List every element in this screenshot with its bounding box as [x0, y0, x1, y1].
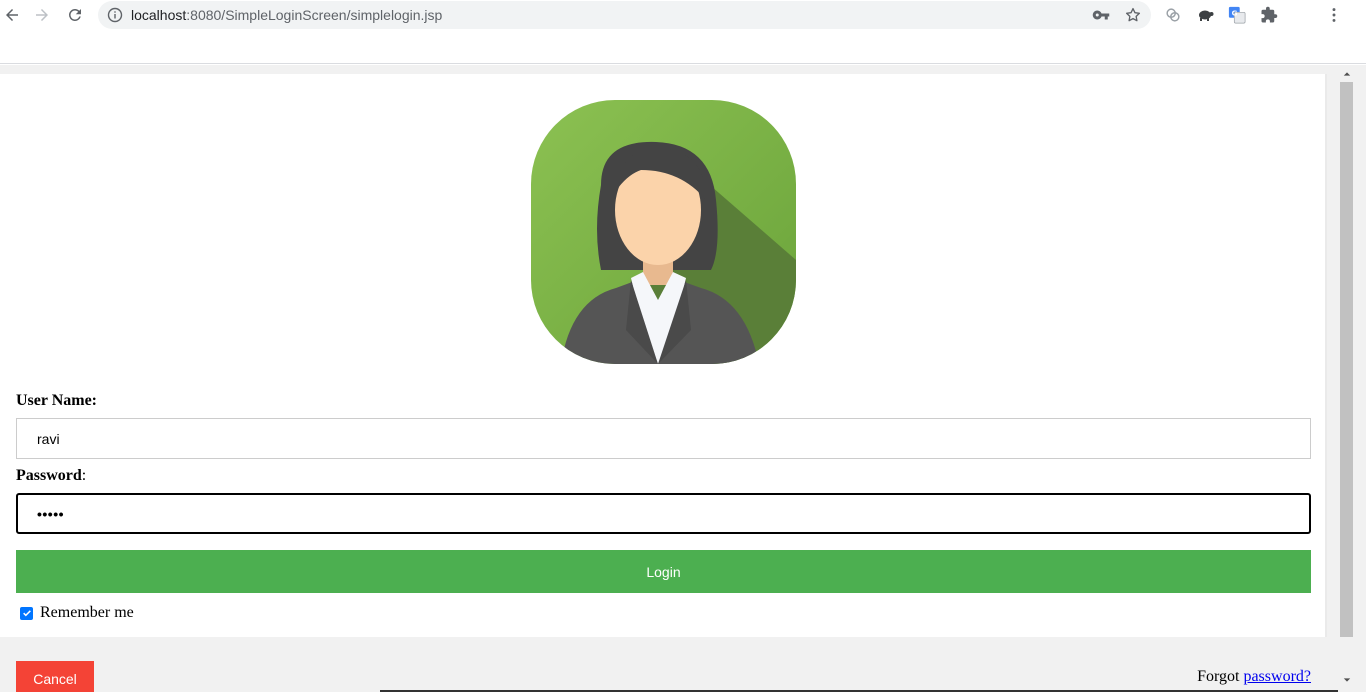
page-top-strip — [0, 65, 1338, 74]
url-text: localhost:8080/SimpleLoginScreen/simplel… — [131, 7, 442, 23]
scrollbar[interactable] — [1338, 65, 1355, 692]
url-path: :8080/SimpleLoginScreen/simplelogin.jsp — [186, 7, 443, 23]
translate-icon[interactable]: G — [1227, 5, 1247, 25]
forgot-password: Forgot password? — [1197, 668, 1311, 686]
forgot-prefix: Forgot — [1197, 668, 1244, 685]
forward-arrow-icon[interactable] — [30, 3, 54, 27]
back-arrow-icon[interactable] — [0, 3, 24, 27]
extension-icon[interactable] — [1163, 5, 1183, 25]
checkmark-icon — [22, 610, 31, 617]
bookmarks-bar — [0, 30, 1366, 64]
url-host: localhost — [131, 7, 187, 23]
password-label-colon: : — [81, 467, 87, 484]
password-label: Password: — [16, 467, 86, 485]
username-input[interactable]: ravi — [16, 418, 1311, 459]
username-value: ravi — [37, 430, 60, 447]
scroll-up-icon[interactable] — [1338, 65, 1355, 82]
turtle-icon[interactable] — [1195, 5, 1215, 25]
password-label-text: Password — [16, 467, 82, 484]
page-viewport: User Name: ravi Password: ••••• Login Re… — [0, 65, 1366, 692]
info-icon[interactable] — [107, 7, 123, 23]
scroll-down-icon[interactable] — [1338, 671, 1355, 688]
password-input[interactable]: ••••• — [16, 493, 1311, 534]
browser-toolbar: localhost:8080/SimpleLoginScreen/simplel… — [0, 0, 1366, 30]
remember-checkbox[interactable] — [20, 606, 33, 620]
login-container: User Name: ravi Password: ••••• Login Re… — [0, 74, 1327, 637]
username-label: User Name: — [16, 392, 97, 410]
remember-me[interactable]: Remember me — [20, 603, 134, 623]
svg-text:G: G — [1232, 8, 1238, 17]
username-label-text: User Name: — [16, 392, 98, 409]
more-vert-icon[interactable] — [1324, 5, 1344, 25]
scroll-thumb[interactable] — [1340, 82, 1353, 637]
password-mask: ••••• — [37, 505, 65, 522]
reload-icon[interactable] — [63, 3, 87, 27]
star-icon[interactable] — [1124, 6, 1142, 24]
login-button[interactable]: Login — [16, 550, 1311, 593]
forgot-password-link[interactable]: password? — [1243, 668, 1311, 685]
cancel-button[interactable]: Cancel — [16, 661, 94, 692]
address-bar[interactable]: localhost:8080/SimpleLoginScreen/simplel… — [98, 1, 1151, 29]
login-button-label: Login — [646, 563, 681, 580]
avatar — [531, 100, 796, 364]
remember-label: Remember me — [40, 604, 134, 621]
key-icon[interactable] — [1092, 6, 1110, 24]
female-avatar-icon — [531, 100, 796, 364]
cancel-button-label: Cancel — [33, 671, 77, 687]
puzzle-icon[interactable] — [1259, 5, 1279, 25]
